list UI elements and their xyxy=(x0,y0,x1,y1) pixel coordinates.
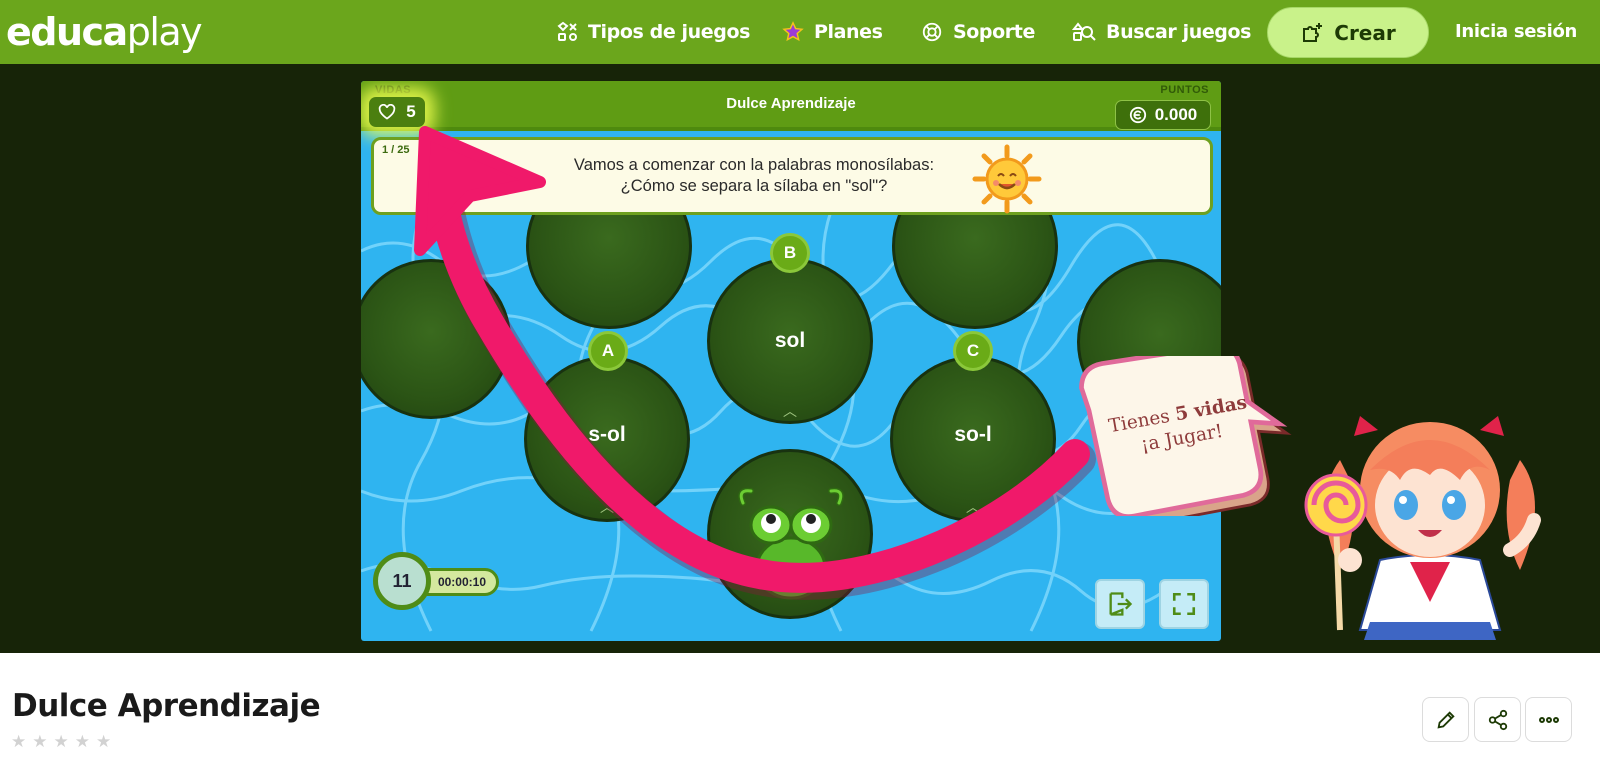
create-button[interactable]: Crear xyxy=(1267,7,1429,58)
nav-tipos-de-juegos[interactable]: Tipos de juegos xyxy=(556,16,750,48)
option-letter-badge: B xyxy=(770,233,810,273)
points-label: PUNTOS xyxy=(1160,84,1209,96)
page-title: Dulce Aprendizaje xyxy=(12,688,321,724)
nav-label: Soporte xyxy=(953,21,1035,43)
star-rating[interactable]: ★ ★ ★ ★ ★ xyxy=(11,732,111,752)
caret-up-icon: ︿ xyxy=(783,403,797,419)
answer-option-c[interactable]: so-l ︿ xyxy=(890,356,1056,522)
points-value: 0.000 xyxy=(1154,105,1198,124)
star-icon[interactable]: ★ xyxy=(11,732,26,752)
lifebuoy-icon xyxy=(922,22,942,42)
question-text: Vamos a comenzar con la palabras monosíl… xyxy=(474,155,1034,197)
star-icon xyxy=(782,21,804,42)
frog-character xyxy=(738,487,844,600)
girl-with-lollipop-image xyxy=(1304,416,1541,640)
login-link[interactable]: Inicia sesión xyxy=(1455,16,1577,48)
nav-label: Tipos de juegos xyxy=(588,21,751,43)
points-counter: 0.000 xyxy=(1115,100,1211,130)
exit-icon xyxy=(1109,592,1133,616)
answer-option-a[interactable]: s-ol ︿ xyxy=(524,356,690,522)
exit-game-button[interactable] xyxy=(1095,579,1145,629)
option-text: s-ol xyxy=(588,423,626,446)
star-icon[interactable]: ★ xyxy=(54,732,69,752)
search-shapes-icon xyxy=(1072,22,1096,41)
nav-soporte[interactable]: Soporte xyxy=(921,16,1035,48)
more-options-button[interactable] xyxy=(1525,697,1572,742)
nav-planes[interactable]: Planes xyxy=(782,16,883,48)
star-icon[interactable]: ★ xyxy=(32,732,47,752)
coin-icon xyxy=(1129,106,1146,124)
edit-button[interactable] xyxy=(1422,697,1469,742)
caret-up-icon: ︿ xyxy=(966,499,980,515)
timer: 11 00:00:10 xyxy=(373,552,499,612)
star-icon[interactable]: ★ xyxy=(75,732,90,752)
caret-up-icon: ︿ xyxy=(600,499,614,515)
option-letter-badge: C xyxy=(953,331,993,371)
question-counter: 1 / 25 xyxy=(382,144,410,156)
fullscreen-button[interactable] xyxy=(1159,579,1209,629)
puzzle-plus-icon xyxy=(1303,22,1323,42)
answer-option-b[interactable]: sol ︿ xyxy=(707,258,873,424)
top-navbar: educaplay Tipos de juegos Planes Soporte… xyxy=(0,0,1600,64)
game-title: Dulce Aprendizaje xyxy=(726,95,856,112)
nav-label: Planes xyxy=(814,21,883,43)
option-text: sol xyxy=(774,329,806,352)
game-stage: s-ol ︿ A sol ︿ B so-l ︿ C VIDAS 5 Dulce … xyxy=(0,64,1600,653)
question-line: Vamos a comenzar con la palabras monosíl… xyxy=(573,156,935,174)
share-button[interactable] xyxy=(1474,697,1521,742)
educaplay-logo[interactable]: educaplay xyxy=(6,8,203,56)
option-letter-badge: A xyxy=(588,331,628,371)
star-icon[interactable]: ★ xyxy=(96,732,111,752)
option-text: so-l xyxy=(954,423,992,446)
shapes-icon xyxy=(557,21,577,41)
create-label: Crear xyxy=(1334,20,1396,45)
question-line: ¿Cómo se separa la sílaba en "sol"? xyxy=(620,177,888,195)
share-icon xyxy=(1488,709,1507,730)
nav-label: Buscar juegos xyxy=(1106,21,1252,43)
sun-image xyxy=(972,144,1042,214)
game-header: VIDAS 5 Dulce Aprendizaje PUNTOS 0.000 xyxy=(361,81,1221,131)
pencil-icon xyxy=(1436,710,1455,729)
more-icon xyxy=(1538,716,1559,723)
countdown-ring: 11 xyxy=(373,552,431,610)
nav-buscar-juegos[interactable]: Buscar juegos xyxy=(1072,16,1251,48)
question-card: 1 / 25 Vamos a comenzar con la palabras … xyxy=(371,137,1213,215)
fullscreen-icon xyxy=(1172,592,1196,616)
